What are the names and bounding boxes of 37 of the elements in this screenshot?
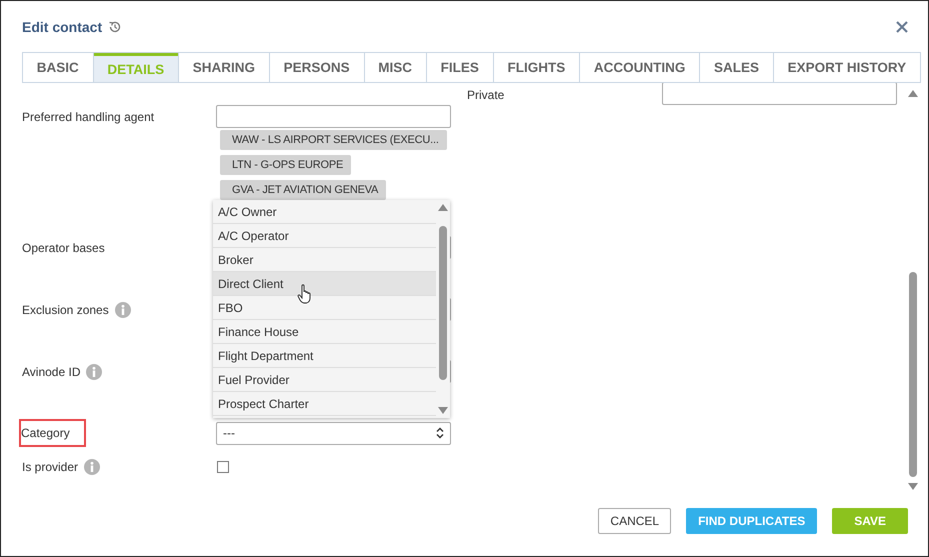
scrollbar-thumb[interactable] [909,272,917,477]
scroll-up-arrow-icon[interactable] [908,90,918,97]
sort-caret-icon [436,427,444,439]
scroll-down-arrow-icon[interactable] [908,483,918,490]
dropdown-option[interactable]: Flight Department [213,344,436,368]
checkbox[interactable] [217,461,229,473]
dropdown-option[interactable]: FBO [213,296,436,320]
dropdown-option[interactable]: Broker [213,248,436,272]
scrollbar-thumb[interactable] [439,226,447,380]
close-icon[interactable] [896,20,908,32]
field-label: Operator bases [22,240,105,254]
dropdown-option[interactable]: Prospect Charter [213,392,436,416]
hand-cursor-icon [297,284,313,304]
tag: WAW - LS AIRPORT SERVICES (EXECU... [220,130,447,150]
tab[interactable]: MISC [364,53,427,82]
dropdown-option[interactable]: A/C Operator [213,224,436,248]
dialog-title: Edit contact [22,18,102,34]
dropdown-option[interactable]: Finance House [213,320,436,344]
category-select[interactable]: --- [216,422,451,444]
field-label: Private [467,88,504,102]
field-label: Is provider [22,460,78,474]
text-input[interactable] [662,83,897,105]
tab[interactable]: FLIGHTS [494,53,580,82]
scroll-up-arrow-icon[interactable] [438,204,448,211]
cancel-button[interactable]: CANCEL [598,508,672,534]
text-input[interactable] [216,105,451,128]
dropdown-option[interactable]: Fuel Provider [213,368,436,392]
tag: GVA - JET AVIATION GENEVA [220,180,386,200]
field-label: Exclusion zones [22,302,109,316]
dropdown-option[interactable]: Direct Client [213,272,436,296]
history-icon[interactable] [108,20,122,34]
scroll-down-arrow-icon[interactable] [438,407,448,414]
field-label: Preferred handling agent [22,110,154,124]
field-label: Category [21,421,84,445]
field-label: Avinode ID [22,364,80,378]
dropdown-option[interactable]: A/C Owner [213,200,436,224]
tag: LTN - G-OPS EUROPE [220,155,352,175]
